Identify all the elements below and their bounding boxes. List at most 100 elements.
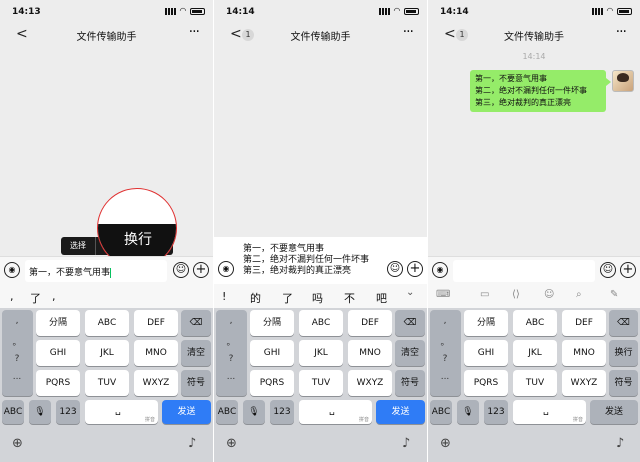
emoji-icon[interactable]: ☺: [387, 261, 403, 277]
symbol-key[interactable]: ,: [2, 316, 32, 326]
dictation-icon[interactable]: ♪: [616, 436, 624, 451]
key-separator[interactable]: 分隔: [36, 310, 80, 336]
key-mno[interactable]: MNO: [134, 340, 178, 366]
symbol-key[interactable]: ?: [430, 354, 460, 364]
symbol-key[interactable]: ...: [2, 372, 32, 382]
key-ghi[interactable]: GHI: [250, 340, 294, 366]
number-key[interactable]: 123: [270, 400, 294, 424]
sent-message-bubble[interactable]: 第一，不要意气用事 第二，绝对不漏判任何一件坏事 第三，绝对裁判的真正漂亮: [470, 70, 611, 112]
candidate[interactable]: ,: [10, 290, 14, 303]
keyboard-layout-icon[interactable]: ▭: [480, 289, 489, 300]
plus-icon[interactable]: +: [193, 262, 209, 278]
globe-icon[interactable]: ⊕: [226, 436, 237, 451]
emoji-icon[interactable]: ☺: [600, 262, 616, 278]
key-abc[interactable]: ABC: [85, 310, 129, 336]
delete-key[interactable]: ⌫: [181, 310, 211, 336]
candidate[interactable]: ,: [52, 290, 56, 303]
more-button[interactable]: ···: [403, 24, 414, 40]
popup-newline-button[interactable]: 换行: [98, 224, 176, 256]
send-button[interactable]: 发送: [162, 400, 211, 424]
popup-select-button[interactable]: 选择: [70, 240, 86, 251]
cursor-move-icon[interactable]: ⟨⟩: [512, 289, 520, 300]
symbol-key[interactable]: ?: [216, 354, 246, 364]
message-input[interactable]: 第一，不要意气用事: [25, 260, 167, 282]
clear-key[interactable]: 清空: [395, 340, 425, 366]
key-tuv[interactable]: TUV: [85, 370, 129, 396]
key-wxyz[interactable]: WXYZ: [134, 370, 178, 396]
candidate[interactable]: 吗: [312, 290, 323, 306]
symbol-key[interactable]: 。: [430, 335, 460, 348]
key-tuv[interactable]: TUV: [513, 370, 557, 396]
number-key[interactable]: 123: [56, 400, 80, 424]
candidate[interactable]: 了: [282, 290, 293, 306]
key-tuv[interactable]: TUV: [299, 370, 343, 396]
dictation-icon[interactable]: ♪: [402, 436, 410, 451]
key-wxyz[interactable]: WXYZ: [348, 370, 392, 396]
keyboard-icon[interactable]: ⌨: [436, 289, 450, 300]
paint-icon[interactable]: ✎: [610, 289, 618, 300]
send-button[interactable]: 发送: [376, 400, 425, 424]
send-button-disabled[interactable]: 发送: [590, 400, 638, 424]
symbol-key[interactable]: ?: [2, 354, 32, 364]
symbol-key[interactable]: ,: [216, 316, 246, 326]
key-def[interactable]: DEF: [348, 310, 392, 336]
key-separator[interactable]: 分隔: [250, 310, 294, 336]
symbol-key[interactable]: ,: [430, 316, 460, 326]
symbol-key[interactable]: 。: [2, 335, 32, 348]
key-jkl[interactable]: JKL: [85, 340, 129, 366]
dictation-icon[interactable]: ♪: [188, 436, 196, 451]
voice-icon[interactable]: ◉: [4, 262, 20, 278]
symbol-key[interactable]: ...: [430, 372, 460, 382]
newline-key[interactable]: 换行: [609, 340, 638, 366]
message-input[interactable]: [453, 260, 595, 282]
key-def[interactable]: DEF: [562, 310, 606, 336]
mic-key[interactable]: 🎙: [29, 400, 51, 424]
globe-icon[interactable]: ⊕: [12, 436, 23, 451]
delete-key[interactable]: ⌫: [609, 310, 638, 336]
mic-key[interactable]: 🎙: [243, 400, 265, 424]
key-ghi[interactable]: GHI: [464, 340, 508, 366]
search-icon[interactable]: ⌕: [576, 289, 582, 300]
chevron-down-icon[interactable]: ⌄: [406, 287, 414, 298]
key-pqrs[interactable]: PQRS: [250, 370, 294, 396]
key-abc[interactable]: ABC: [513, 310, 557, 336]
emoji-toolbar-icon[interactable]: ☺: [544, 289, 554, 300]
delete-key[interactable]: ⌫: [395, 310, 425, 336]
key-abc[interactable]: ABC: [299, 310, 343, 336]
key-pqrs[interactable]: PQRS: [36, 370, 80, 396]
key-mno[interactable]: MNO: [348, 340, 392, 366]
key-pqrs[interactable]: PQRS: [464, 370, 508, 396]
emoji-icon[interactable]: ☺: [173, 262, 189, 278]
voice-icon[interactable]: ◉: [432, 262, 448, 278]
symbol-key[interactable]: ...: [216, 372, 246, 382]
key-jkl[interactable]: JKL: [513, 340, 557, 366]
symbol-key[interactable]: 符号: [609, 370, 638, 396]
space-key[interactable]: ␣ 拼音: [513, 400, 586, 424]
voice-icon[interactable]: ◉: [218, 261, 234, 277]
symbol-key[interactable]: 符号: [181, 370, 211, 396]
candidate[interactable]: !: [222, 290, 226, 303]
candidate[interactable]: 的: [250, 290, 261, 306]
key-ghi[interactable]: GHI: [36, 340, 80, 366]
space-key[interactable]: ␣ 拼音: [299, 400, 372, 424]
abc-switch-key[interactable]: ABC: [430, 400, 452, 424]
candidate[interactable]: 了: [30, 290, 41, 306]
plus-icon[interactable]: +: [620, 262, 636, 278]
mic-key[interactable]: 🎙: [457, 400, 479, 424]
key-separator[interactable]: 分隔: [464, 310, 508, 336]
key-def[interactable]: DEF: [134, 310, 178, 336]
clear-key[interactable]: 清空: [181, 340, 211, 366]
key-jkl[interactable]: JKL: [299, 340, 343, 366]
plus-icon[interactable]: +: [407, 261, 423, 277]
abc-switch-key[interactable]: ABC: [216, 400, 238, 424]
avatar[interactable]: [612, 70, 634, 92]
candidate[interactable]: 不: [344, 290, 355, 306]
more-button[interactable]: ···: [616, 24, 627, 40]
abc-switch-key[interactable]: ABC: [2, 400, 24, 424]
candidate[interactable]: 吧: [376, 290, 387, 306]
globe-icon[interactable]: ⊕: [440, 436, 451, 451]
more-button[interactable]: ···: [189, 24, 200, 40]
symbol-key[interactable]: 。: [216, 335, 246, 348]
key-wxyz[interactable]: WXYZ: [562, 370, 606, 396]
number-key[interactable]: 123: [484, 400, 508, 424]
